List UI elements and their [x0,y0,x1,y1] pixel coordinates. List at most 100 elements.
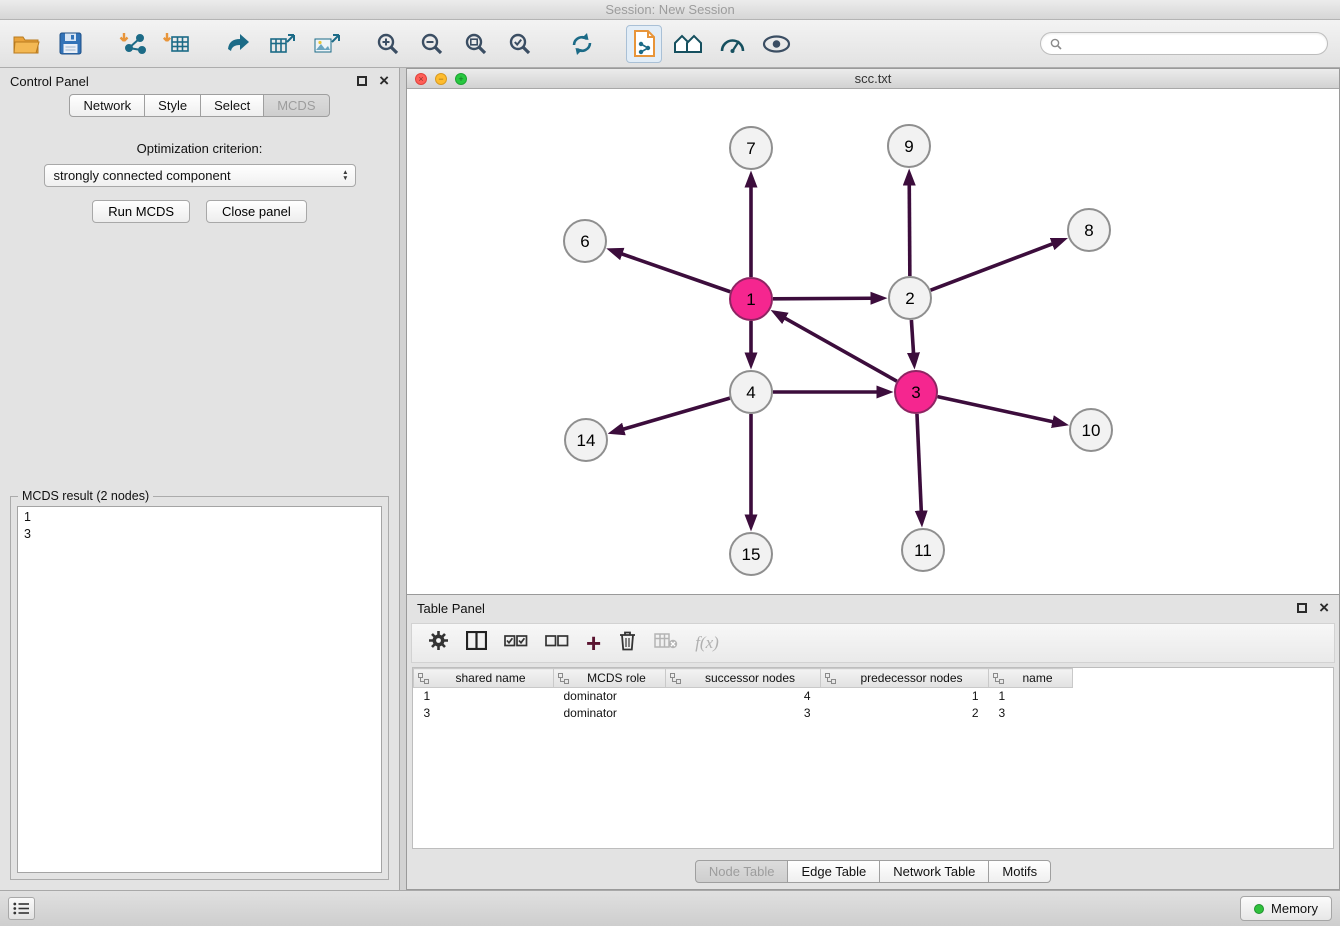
graph-node-8[interactable]: 8 [1068,209,1110,251]
graphics-details-button[interactable] [714,25,750,63]
eye-icon [762,34,791,54]
list-icon [13,902,30,915]
export-image-button[interactable] [308,25,344,63]
table-tab-edge-table[interactable]: Edge Table [787,860,880,883]
float-panel-icon[interactable] [357,76,367,86]
home-view-button[interactable] [670,25,706,63]
minimize-window-icon[interactable]: − [435,73,447,85]
deselect-all-rows-button[interactable] [545,632,569,654]
graph-node-3[interactable]: 3 [895,371,937,413]
table-tab-network-table[interactable]: Network Table [879,860,989,883]
graph-node-4[interactable]: 4 [730,371,772,413]
graph-edge-2-3[interactable] [911,320,913,353]
criterion-dropdown[interactable]: strongly connected component ▲▼ [44,164,356,187]
graph-node-9[interactable]: 9 [888,125,930,167]
select-all-rows-button[interactable] [504,632,528,654]
table-row[interactable]: 3dominator323 [414,705,1334,722]
traffic-lights: × − + [415,73,467,85]
table-cell[interactable]: 4 [666,688,821,705]
table-tab-node-table[interactable]: Node Table [695,860,789,883]
close-window-icon[interactable]: × [415,73,427,85]
split-view-button[interactable] [466,631,487,655]
import-table-button[interactable] [158,25,194,63]
graph-edge-1-2[interactable] [773,298,871,299]
memory-button[interactable]: Memory [1240,896,1332,921]
graph-edge-2-9[interactable] [909,185,910,276]
close-panel-icon[interactable]: × [379,75,389,87]
network-graph[interactable]: 7 9 6 8 1 2 4 3 14 10 15 11 [407,89,1339,594]
table-cell[interactable]: 3 [666,705,821,722]
tab-network[interactable]: Network [69,94,145,117]
mcds-result-text[interactable]: 1 3 [17,506,382,873]
table-cell[interactable]: 1 [414,688,554,705]
graph-node-15[interactable]: 15 [730,533,772,575]
delete-columns-button[interactable] [618,630,637,656]
graph-edge-3-10[interactable] [937,397,1052,422]
import-network-button[interactable] [114,25,150,63]
table-row[interactable]: 1dominator411 [414,688,1334,705]
column-header-MCDS-role[interactable]: MCDS role [554,669,666,688]
graph-node-2[interactable]: 2 [889,277,931,319]
clone-network-button[interactable] [264,25,300,63]
graph-edge-3-1[interactable] [785,318,897,381]
zoom-in-button[interactable] [370,25,406,63]
search-input[interactable] [1068,37,1318,51]
zoom-out-button[interactable] [414,25,450,63]
graph-node-1[interactable]: 1 [730,278,772,320]
column-header-predecessor-nodes[interactable]: predecessor nodes [821,669,989,688]
table-cell[interactable]: 1 [989,688,1073,705]
tab-select[interactable]: Select [200,94,264,117]
table-float-panel-icon[interactable] [1297,603,1307,613]
table-cell[interactable]: 2 [821,705,989,722]
run-mcds-button[interactable]: Run MCDS [92,200,190,223]
graph-node-7[interactable]: 7 [730,127,772,169]
column-function-icon [993,673,1004,687]
table-cell[interactable]: dominator [554,688,666,705]
add-column-button[interactable]: + [586,633,601,653]
apply-function-button[interactable]: f(x) [695,633,719,653]
table-toolbar: + f(x) [411,623,1335,663]
open-session-button[interactable] [8,25,44,63]
graph-node-6[interactable]: 6 [564,220,606,262]
graph-edge-1-6[interactable] [622,254,730,292]
graph-node-11[interactable]: 11 [902,529,944,571]
graph-node-10[interactable]: 10 [1070,409,1112,451]
graph-edge-2-8[interactable] [931,244,1053,290]
column-header-label: MCDS role [587,671,646,685]
table-cell[interactable]: 3 [414,705,554,722]
save-session-button[interactable] [52,25,88,63]
table-cell[interactable]: dominator [554,705,666,722]
zoom-fit-button[interactable] [458,25,494,63]
unchecked-boxes-icon [545,632,569,649]
memory-button-label: Memory [1271,901,1318,916]
table-settings-button[interactable] [428,630,449,656]
refresh-view-button[interactable] [564,25,600,63]
network-canvas-container[interactable]: 7 9 6 8 1 2 4 3 14 10 15 11 [407,89,1339,594]
graph-edge-4-14[interactable] [623,398,729,429]
task-history-button[interactable] [8,897,35,920]
network-window-titlebar[interactable]: scc.txt × − + [407,69,1339,89]
export-document-button[interactable] [626,25,662,63]
table-cell[interactable]: 3 [989,705,1073,722]
birdseye-view-button[interactable] [758,25,794,63]
column-header-name[interactable]: name [989,669,1073,688]
table-tab-motifs[interactable]: Motifs [988,860,1051,883]
table-cell[interactable]: 1 [821,688,989,705]
node-table-header-row: shared name MCDS role successor nodesprede… [414,669,1334,688]
delete-table-button[interactable] [654,632,678,655]
close-panel-button[interactable]: Close panel [206,200,307,223]
column-header-shared-name[interactable]: shared name [414,669,554,688]
mcds-result-title: MCDS result (2 nodes) [18,489,153,503]
graph-node-14[interactable]: 14 [565,419,607,461]
zoom-selected-button[interactable] [502,25,538,63]
dropdown-stepper-icon: ▲▼ [342,170,348,181]
zoom-window-icon[interactable]: + [455,73,467,85]
share-network-button[interactable] [220,25,256,63]
search-field[interactable] [1040,32,1328,55]
graph-edge-3-11[interactable] [917,414,921,511]
node-table[interactable]: shared name MCDS role successor nodesprede… [412,667,1334,849]
tab-style[interactable]: Style [144,94,201,117]
tab-mcds[interactable]: MCDS [263,94,329,117]
table-close-panel-icon[interactable]: × [1319,602,1329,614]
column-header-successor-nodes[interactable]: successor nodes [666,669,821,688]
